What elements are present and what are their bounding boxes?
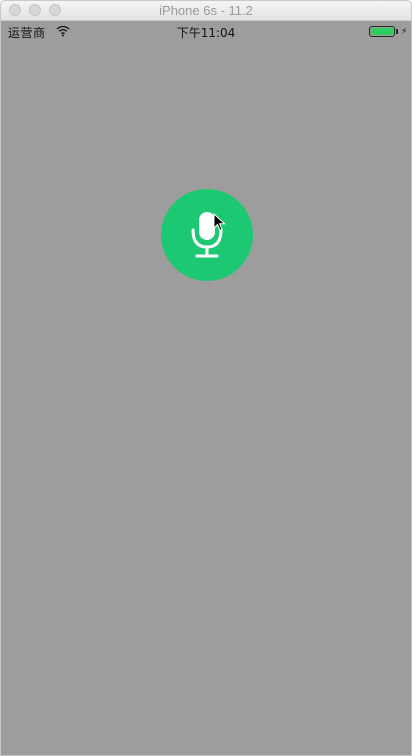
battery-tip [396, 29, 398, 34]
status-time: 下午11:04 [176, 26, 236, 40]
window-title: iPhone 6s - 11.2 [159, 3, 253, 18]
battery-icon [369, 26, 395, 37]
window-titlebar[interactable]: iPhone 6s - 11.2 [1, 1, 411, 21]
device-screen: 运营商 下午11:04 ⚡ [1, 21, 411, 755]
battery-fill [371, 28, 393, 35]
status-bar: 运营商 下午11:04 ⚡ [1, 21, 411, 43]
record-voice-button[interactable] [161, 189, 253, 281]
mouse-cursor-icon [213, 213, 226, 232]
simulator-window: iPhone 6s - 11.2 运营商 下午11:04 ⚡ [0, 0, 412, 756]
charging-icon: ⚡ [401, 26, 408, 36]
